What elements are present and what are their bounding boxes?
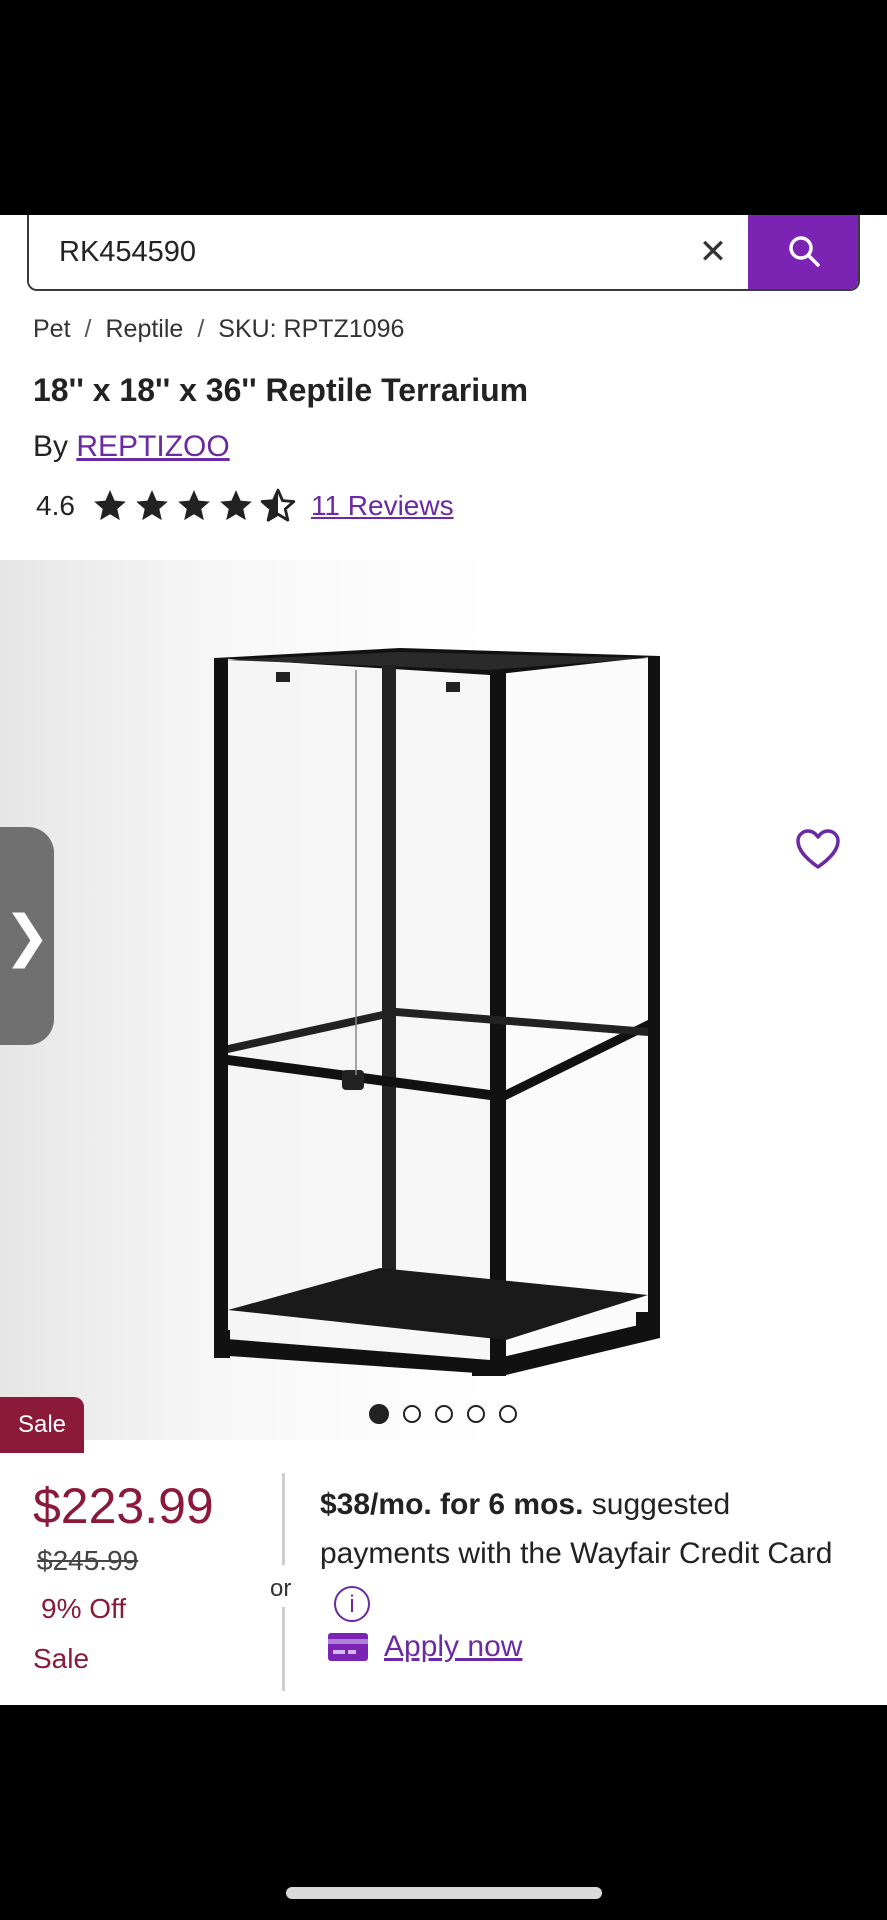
discount-percent: 9% Off [41,1593,127,1624]
breadcrumb-separator: / [197,315,205,343]
clear-search-button[interactable]: ✕ [678,215,748,289]
info-icon[interactable]: i [334,1586,370,1623]
rating-value: 4.6 [36,490,75,521]
carousel-dot[interactable] [435,1405,453,1423]
apply-row: Apply now [328,1630,522,1664]
divider [282,1473,285,1565]
search-icon [789,236,820,267]
sale-price: $223.99 [33,1478,214,1534]
original-price: $245.99 [37,1545,139,1576]
breadcrumb-separator: / [84,315,92,343]
search-button[interactable] [748,215,858,289]
star-half-icon [260,488,296,522]
carousel-dot[interactable] [369,1404,389,1424]
favorite-button[interactable] [794,827,842,871]
star-full-icon [136,490,168,521]
home-indicator[interactable] [286,1887,602,1899]
search-bar: ✕ [27,215,860,291]
divider [282,1607,285,1691]
product-title: 18'' x 18'' x 36'' Reptile Terrarium [33,372,529,408]
rating-row: 4.6 11 Reviews [36,487,454,525]
breadcrumb: Pet / Reptile / SKU: RPTZ1096 [33,315,404,344]
carousel-dots [369,1404,517,1424]
brand-link[interactable]: REPTIZOO [76,430,229,463]
carousel-dot[interactable] [467,1405,485,1423]
star-rating [91,487,297,525]
or-label: or [270,1575,292,1602]
breadcrumb-pet[interactable]: Pet [33,315,71,344]
star-full-icon [220,490,252,521]
product-page: ✕ Pet / Reptile / SKU: RPTZ1096 18'' x 1… [0,215,887,1705]
credit-card-icon [328,1633,368,1661]
carousel-dot[interactable] [403,1405,421,1423]
close-icon: ✕ [698,233,728,271]
by-prefix: By [33,430,69,463]
star-full-icon [94,490,126,521]
breadcrumb-sku: SKU: RPTZ1096 [218,315,405,343]
brand-line: By REPTIZOO [33,430,230,464]
reviews-link[interactable]: 11 Reviews [311,490,454,522]
carousel-dot[interactable] [499,1405,517,1423]
search-input[interactable] [29,215,678,289]
product-image-carousel[interactable] [0,560,887,1440]
monthly-payment: $38/mo. for 6 mos. [320,1488,584,1521]
sale-badge: Sale [0,1397,84,1453]
chevron-right-icon: ❯ [3,904,51,967]
breadcrumb-reptile[interactable]: Reptile [105,315,183,344]
collapse-panel-button[interactable]: ❯ [0,827,54,1045]
sale-label: Sale [33,1643,90,1674]
credit-offer: $38/mo. for 6 mos. suggested payments wi… [320,1480,860,1627]
star-full-icon [178,490,210,521]
status-bar-area [0,0,887,215]
terrarium-product-image [214,648,660,1376]
apply-now-link[interactable]: Apply now [384,1630,522,1664]
heart-icon [796,829,840,869]
